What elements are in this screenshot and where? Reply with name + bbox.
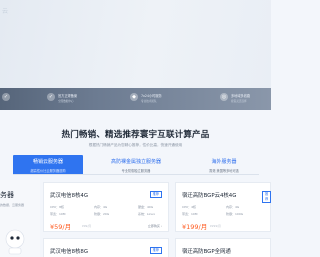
- left-panel-title: 务器: [0, 191, 14, 199]
- product-price: ¥59/月: [50, 223, 72, 231]
- spec-cpu: CPU：4核: [182, 205, 197, 209]
- feature-subtitle: 按需灵活选择: [231, 100, 247, 103]
- recommend-badge: 推荐: [262, 191, 271, 203]
- spec-cpu: CPU：8核: [50, 205, 65, 209]
- recommend-badge: 推荐: [149, 247, 162, 254]
- product-card[interactable]: 宿迁高防BGP云4核4G 推荐 CPU：4核 内存：4G 带宽：10M 防御：1…: [175, 182, 271, 232]
- left-panel-text: 的数据，云服务器: [0, 203, 25, 207]
- spec-memory: 内存：4G: [226, 205, 240, 209]
- feature-title: 7x24小时服务: [141, 94, 162, 98]
- feature-subtitle: 专业技术团队: [141, 100, 157, 103]
- recommend-badge: 推荐: [149, 191, 162, 198]
- original-price: ¥299/月: [210, 224, 221, 228]
- tab-bare-metal[interactable]: 高防裸金属独立服务器 专业防御独立服务器: [101, 155, 171, 175]
- buy-now-link[interactable]: 立即购买 ›: [148, 224, 162, 228]
- tab-overseas[interactable]: 海外服务器 香港 美国等多地可选: [189, 155, 259, 175]
- product-card[interactable]: 宿迁高防BGP全网通: [175, 238, 271, 257]
- product-name: 武汉电信8核8G: [50, 249, 88, 255]
- check-icon: ✓: [2, 93, 10, 101]
- feature-strip: ✓ ✓ 官方正规备案 全国数据中心 ◆ 7x24小时服务 专业技术团队 ◎ 多地…: [0, 88, 271, 110]
- tab-divider: [13, 174, 259, 175]
- original-price: ¥99/月: [82, 224, 92, 228]
- feature-item-2: ✓ 官方正规备案 全国数据中心: [47, 93, 77, 103]
- tab-subtitle: 专业防御独立服务器: [121, 169, 151, 173]
- feature-item-3: ◆ 7x24小时服务 专业技术团队: [130, 93, 162, 103]
- spec-disk: 硬盘：40G: [138, 205, 154, 209]
- robot-illustration: [5, 229, 25, 255]
- check-icon: ✓: [47, 93, 55, 101]
- tab-cloud-servers[interactable]: 畅销云服务器 超高性价比云服务器选购: [13, 155, 83, 175]
- spec-bandwidth: 带宽：10M: [50, 212, 66, 216]
- product-name: 武汉电信8核4G: [50, 193, 88, 199]
- product-price: ¥199/月: [182, 223, 208, 231]
- hero-banner: 云: [0, 0, 271, 88]
- product-name: 宿迁高防BGP云4核4G: [182, 193, 237, 199]
- shield-icon: ◆: [130, 93, 138, 101]
- spec-bandwidth: 带宽：10M: [182, 212, 198, 216]
- feature-title: 官方正规备案: [58, 94, 78, 98]
- hero-text: 云: [2, 8, 9, 15]
- tab-label: 海外服务器: [211, 159, 237, 165]
- tab-label: 畅销云服务器: [32, 159, 63, 165]
- product-card[interactable]: 武汉电信8核4G 推荐 CPU：8核 内存：4G 硬盘：40G 带宽：10M 防…: [43, 182, 169, 232]
- product-card[interactable]: 武汉电信8核8G 推荐: [43, 238, 169, 257]
- product-name: 宿迁高防BGP全网通: [182, 249, 231, 255]
- spec-defense: 防御：20G: [94, 212, 110, 216]
- globe-icon: ◎: [220, 93, 228, 101]
- tab-label: 高防裸金属独立服务器: [110, 159, 161, 165]
- page: 云 ✓ ✓ 官方正规备案 全国数据中心 ◆ 7x24小时服务 专业技术团队 ◎ …: [0, 0, 271, 257]
- spec-os: 系统：Linux: [138, 212, 156, 216]
- section-title: 热门畅销、精选推荐寰宇互联计算产品: [61, 130, 210, 140]
- spec-memory: 内存：4G: [94, 205, 108, 209]
- feature-title: 多地域多线路: [231, 94, 251, 98]
- tab-subtitle: 超高性价比云服务器选购: [30, 169, 66, 173]
- tab-subtitle: 香港 美国等多地可选: [209, 169, 239, 173]
- spec-defense: 防御：100G: [226, 212, 244, 216]
- feature-subtitle: 全国数据中心: [58, 100, 74, 103]
- feature-item-1: ✓: [2, 93, 10, 101]
- feature-item-4: ◎ 多地域多线路 按需灵活选择: [220, 93, 250, 103]
- section-subtitle: 根据热门畅销产品为您精心推荐，性价比高，快速开通使用: [88, 143, 183, 147]
